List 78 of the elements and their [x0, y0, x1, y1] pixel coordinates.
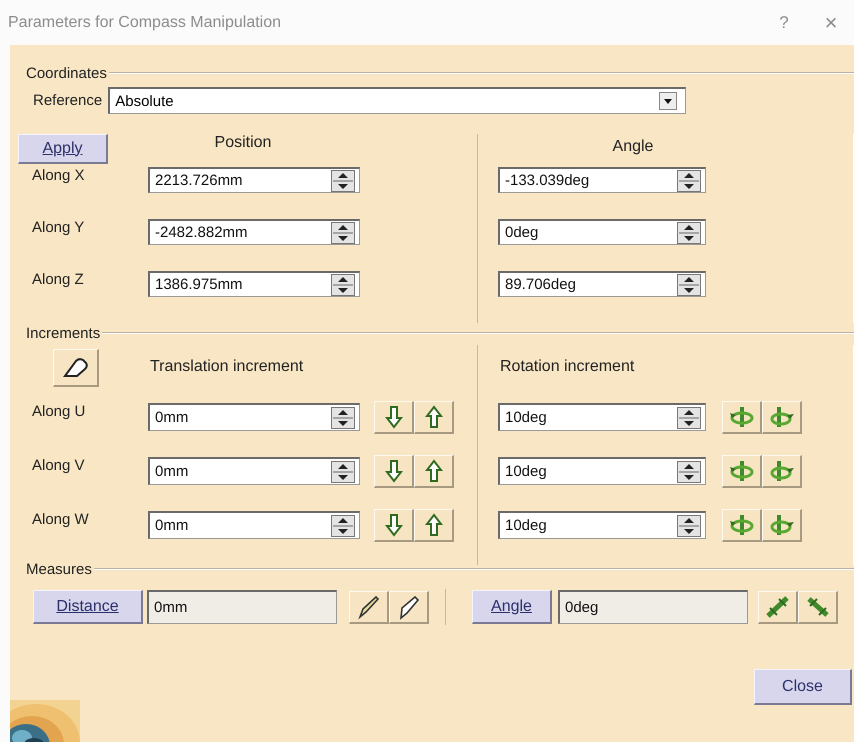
move-up-button[interactable]: [414, 401, 454, 434]
axis-label: Along Y: [32, 219, 84, 236]
distance-button[interactable]: Distance: [33, 590, 143, 624]
section-legend: Measures: [26, 560, 92, 578]
rotation-field[interactable]: 10deg: [498, 511, 706, 539]
rotate-icon: [728, 513, 754, 537]
spinner-icon[interactable]: [677, 406, 701, 428]
rotate-right-button[interactable]: [762, 401, 802, 434]
section-legend: Coordinates: [26, 64, 107, 82]
axis-label: Along V: [32, 457, 85, 474]
reference-dropdown[interactable]: Absolute: [108, 87, 686, 114]
spinner-icon[interactable]: [331, 460, 355, 482]
rotate-left-button[interactable]: [722, 401, 762, 434]
section-legend: Increments: [26, 324, 100, 342]
position-field[interactable]: 2213.726mm: [148, 167, 360, 193]
spinner-icon[interactable]: [331, 274, 355, 296]
pencil-button[interactable]: [349, 590, 389, 624]
translation-field[interactable]: 0mm: [148, 511, 360, 539]
column-header: Translation increment: [150, 358, 304, 376]
eraser-icon: [62, 356, 90, 380]
move-down-button[interactable]: [374, 509, 414, 542]
arrow-up-icon: [424, 513, 442, 537]
column-header: Rotation increment: [500, 358, 636, 376]
rotate-icon: [768, 513, 794, 537]
spinner-icon[interactable]: [677, 274, 701, 296]
spinner-icon[interactable]: [331, 406, 355, 428]
arrow-down-icon: [384, 405, 402, 429]
rotate-icon: [768, 459, 794, 483]
rotate-right-button[interactable]: [762, 509, 802, 542]
reference-label: Reference: [33, 92, 102, 109]
move-up-button[interactable]: [414, 509, 454, 542]
spinner-icon[interactable]: [677, 514, 701, 536]
rotate-left-button[interactable]: [722, 509, 762, 542]
axis-label: Along W: [32, 511, 89, 528]
angle-measure-field[interactable]: 0deg: [558, 590, 748, 624]
rotation-field[interactable]: 10deg: [498, 403, 706, 431]
apply-button[interactable]: Apply: [18, 134, 108, 164]
eraser-button[interactable]: [53, 349, 99, 387]
axis-label: Along X: [32, 167, 85, 184]
angle-tool-button[interactable]: [758, 590, 798, 624]
position-field[interactable]: 1386.975mm: [148, 271, 360, 297]
spinner-icon[interactable]: [677, 170, 701, 192]
move-down-button[interactable]: [374, 401, 414, 434]
move-up-button[interactable]: [414, 455, 454, 488]
close-dialog-button[interactable]: Close: [754, 669, 852, 705]
pencil-icon: [356, 594, 380, 620]
arrow-down-icon: [384, 459, 402, 483]
column-header: Position: [214, 134, 272, 152]
spinner-icon[interactable]: [331, 222, 355, 244]
rotate-icon: [768, 405, 794, 429]
rotation-field[interactable]: 10deg: [498, 457, 706, 485]
angle-tool-button[interactable]: [798, 590, 838, 624]
angle-tool-icon: [764, 594, 790, 620]
spinner-icon[interactable]: [331, 170, 355, 192]
distance-field[interactable]: 0mm: [147, 590, 337, 624]
axis-label: Along U: [32, 403, 86, 420]
position-field[interactable]: -2482.882mm: [148, 219, 360, 245]
pencil-button[interactable]: [389, 590, 429, 624]
translation-field[interactable]: 0mm: [148, 457, 360, 485]
spinner-icon[interactable]: [677, 222, 701, 244]
window-title: Parameters for Compass Manipulation: [8, 14, 282, 32]
rotate-right-button[interactable]: [762, 455, 802, 488]
angle-field[interactable]: -133.039deg: [498, 167, 706, 193]
translation-field[interactable]: 0mm: [148, 403, 360, 431]
spinner-icon[interactable]: [677, 460, 701, 482]
rotate-icon: [728, 459, 754, 483]
column-header: Angle: [612, 138, 654, 156]
angle-field[interactable]: 89.706deg: [498, 271, 706, 297]
angle-button[interactable]: Angle: [472, 590, 552, 624]
move-down-button[interactable]: [374, 455, 414, 488]
rotate-left-button[interactable]: [722, 455, 762, 488]
angle-field[interactable]: 0deg: [498, 219, 706, 245]
rotate-icon: [728, 405, 754, 429]
arrow-up-icon: [424, 405, 442, 429]
spinner-icon[interactable]: [331, 514, 355, 536]
arrow-up-icon: [424, 459, 442, 483]
axis-label: Along Z: [32, 271, 84, 288]
arrow-down-icon: [384, 513, 402, 537]
